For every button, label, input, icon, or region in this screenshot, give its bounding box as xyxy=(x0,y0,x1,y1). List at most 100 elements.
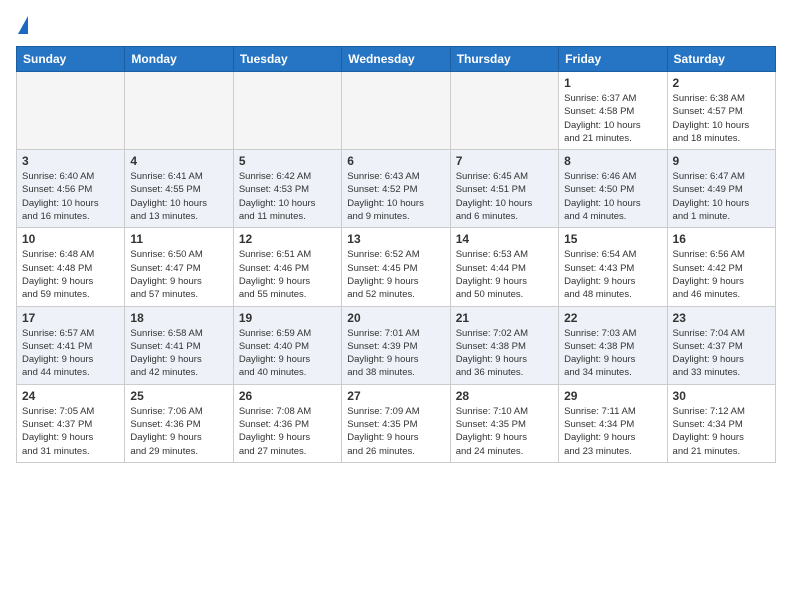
calendar-cell: 20 Sunrise: 7:01 AMSunset: 4:39 PMDayligh… xyxy=(342,306,450,384)
day-number: 8 xyxy=(564,154,661,168)
day-info: Sunrise: 7:09 AMSunset: 4:35 PMDaylight:… xyxy=(347,405,444,458)
calendar-table: SundayMondayTuesdayWednesdayThursdayFrid… xyxy=(16,46,776,463)
day-info: Sunrise: 6:42 AMSunset: 4:53 PMDaylight:… xyxy=(239,170,336,223)
calendar-body: 1 Sunrise: 6:37 AMSunset: 4:58 PMDaylight… xyxy=(17,72,776,463)
calendar-cell: 4 Sunrise: 6:41 AMSunset: 4:55 PMDaylight… xyxy=(125,150,233,228)
day-number: 26 xyxy=(239,389,336,403)
day-number: 9 xyxy=(673,154,770,168)
calendar-cell: 3Sunrise: 6:40 AMSunset: 4:56 PMDaylight… xyxy=(17,150,125,228)
day-info: Sunrise: 6:45 AMSunset: 4:51 PMDaylight:… xyxy=(456,170,553,223)
day-info: Sunrise: 6:57 AMSunset: 4:41 PMDaylight:… xyxy=(22,327,119,380)
calendar-week-row: 24 Sunrise: 7:05 AMSunset: 4:37 PMDayligh… xyxy=(17,384,776,462)
day-number: 16 xyxy=(673,232,770,246)
day-info: Sunrise: 6:41 AMSunset: 4:55 PMDaylight:… xyxy=(130,170,227,223)
day-number: 29 xyxy=(564,389,661,403)
day-info: Sunrise: 7:10 AMSunset: 4:35 PMDaylight:… xyxy=(456,405,553,458)
day-info: Sunrise: 6:58 AMSunset: 4:41 PMDaylight:… xyxy=(130,327,227,380)
calendar-cell: 13Sunrise: 6:52 AMSunset: 4:45 PMDayligh… xyxy=(342,228,450,306)
calendar-cell: 24 Sunrise: 7:05 AMSunset: 4:37 PMDayligh… xyxy=(17,384,125,462)
weekday-header-row: SundayMondayTuesdayWednesdayThursdayFrid… xyxy=(17,47,776,72)
calendar-cell: 23Sunrise: 7:04 AMSunset: 4:37 PMDayligh… xyxy=(667,306,775,384)
day-number: 18 xyxy=(130,311,227,325)
day-number: 5 xyxy=(239,154,336,168)
calendar-cell: 5 Sunrise: 6:42 AMSunset: 4:53 PMDaylight… xyxy=(233,150,341,228)
day-info: Sunrise: 7:08 AMSunset: 4:36 PMDaylight:… xyxy=(239,405,336,458)
calendar-cell: 16 Sunrise: 6:56 AMSunset: 4:42 PMDayligh… xyxy=(667,228,775,306)
calendar-header: SundayMondayTuesdayWednesdayThursdayFrid… xyxy=(17,47,776,72)
day-number: 22 xyxy=(564,311,661,325)
day-number: 24 xyxy=(22,389,119,403)
day-info: Sunrise: 6:56 AMSunset: 4:42 PMDaylight:… xyxy=(673,248,770,301)
day-info: Sunrise: 6:46 AMSunset: 4:50 PMDaylight:… xyxy=(564,170,661,223)
day-info: Sunrise: 6:53 AMSunset: 4:44 PMDaylight:… xyxy=(456,248,553,301)
calendar-cell: 10 Sunrise: 6:48 AMSunset: 4:48 PMDayligh… xyxy=(17,228,125,306)
calendar-cell: 14 Sunrise: 6:53 AMSunset: 4:44 PMDayligh… xyxy=(450,228,558,306)
day-number: 17 xyxy=(22,311,119,325)
calendar-cell: 21 Sunrise: 7:02 AMSunset: 4:38 PMDayligh… xyxy=(450,306,558,384)
calendar-cell: 11 Sunrise: 6:50 AMSunset: 4:47 PMDayligh… xyxy=(125,228,233,306)
day-number: 25 xyxy=(130,389,227,403)
day-number: 2 xyxy=(673,76,770,90)
calendar-cell: 15 Sunrise: 6:54 AMSunset: 4:43 PMDayligh… xyxy=(559,228,667,306)
day-info: Sunrise: 6:59 AMSunset: 4:40 PMDaylight:… xyxy=(239,327,336,380)
calendar-cell: 29Sunrise: 7:11 AMSunset: 4:34 PMDayligh… xyxy=(559,384,667,462)
day-info: Sunrise: 7:01 AMSunset: 4:39 PMDaylight:… xyxy=(347,327,444,380)
calendar-cell xyxy=(17,72,125,150)
day-number: 12 xyxy=(239,232,336,246)
day-info: Sunrise: 6:54 AMSunset: 4:43 PMDaylight:… xyxy=(564,248,661,301)
day-info: Sunrise: 6:50 AMSunset: 4:47 PMDaylight:… xyxy=(130,248,227,301)
day-info: Sunrise: 7:02 AMSunset: 4:38 PMDaylight:… xyxy=(456,327,553,380)
day-info: Sunrise: 6:51 AMSunset: 4:46 PMDaylight:… xyxy=(239,248,336,301)
day-number: 4 xyxy=(130,154,227,168)
calendar-cell: 9Sunrise: 6:47 AMSunset: 4:49 PMDaylight… xyxy=(667,150,775,228)
calendar-cell xyxy=(125,72,233,150)
calendar-cell: 7 Sunrise: 6:45 AMSunset: 4:51 PMDaylight… xyxy=(450,150,558,228)
calendar-cell xyxy=(450,72,558,150)
day-number: 21 xyxy=(456,311,553,325)
calendar-cell: 18 Sunrise: 6:58 AMSunset: 4:41 PMDayligh… xyxy=(125,306,233,384)
day-info: Sunrise: 6:52 AMSunset: 4:45 PMDaylight:… xyxy=(347,248,444,301)
day-number: 7 xyxy=(456,154,553,168)
day-number: 20 xyxy=(347,311,444,325)
calendar-cell: 25 Sunrise: 7:06 AMSunset: 4:36 PMDayligh… xyxy=(125,384,233,462)
day-info: Sunrise: 6:38 AMSunset: 4:57 PMDaylight:… xyxy=(673,92,770,145)
day-info: Sunrise: 7:06 AMSunset: 4:36 PMDaylight:… xyxy=(130,405,227,458)
calendar-cell: 19 Sunrise: 6:59 AMSunset: 4:40 PMDayligh… xyxy=(233,306,341,384)
calendar-cell xyxy=(342,72,450,150)
weekday-header-tuesday: Tuesday xyxy=(233,47,341,72)
calendar-week-row: 3Sunrise: 6:40 AMSunset: 4:56 PMDaylight… xyxy=(17,150,776,228)
calendar-cell: 6 Sunrise: 6:43 AMSunset: 4:52 PMDaylight… xyxy=(342,150,450,228)
calendar-week-row: 17 Sunrise: 6:57 AMSunset: 4:41 PMDayligh… xyxy=(17,306,776,384)
day-info: Sunrise: 7:12 AMSunset: 4:34 PMDaylight:… xyxy=(673,405,770,458)
day-number: 15 xyxy=(564,232,661,246)
day-number: 14 xyxy=(456,232,553,246)
calendar-cell: 30 Sunrise: 7:12 AMSunset: 4:34 PMDayligh… xyxy=(667,384,775,462)
day-info: Sunrise: 7:05 AMSunset: 4:37 PMDaylight:… xyxy=(22,405,119,458)
logo-triangle-icon xyxy=(18,16,28,34)
day-number: 23 xyxy=(673,311,770,325)
day-info: Sunrise: 7:03 AMSunset: 4:38 PMDaylight:… xyxy=(564,327,661,380)
day-number: 30 xyxy=(673,389,770,403)
calendar-cell: 17 Sunrise: 6:57 AMSunset: 4:41 PMDayligh… xyxy=(17,306,125,384)
calendar-cell: 2 Sunrise: 6:38 AMSunset: 4:57 PMDaylight… xyxy=(667,72,775,150)
calendar-week-row: 10 Sunrise: 6:48 AMSunset: 4:48 PMDayligh… xyxy=(17,228,776,306)
day-number: 3 xyxy=(22,154,119,168)
day-info: Sunrise: 6:48 AMSunset: 4:48 PMDaylight:… xyxy=(22,248,119,301)
weekday-header-thursday: Thursday xyxy=(450,47,558,72)
calendar-cell: 12 Sunrise: 6:51 AMSunset: 4:46 PMDayligh… xyxy=(233,228,341,306)
day-number: 19 xyxy=(239,311,336,325)
weekday-header-sunday: Sunday xyxy=(17,47,125,72)
calendar-cell: 22 Sunrise: 7:03 AMSunset: 4:38 PMDayligh… xyxy=(559,306,667,384)
calendar-cell: 27 Sunrise: 7:09 AMSunset: 4:35 PMDayligh… xyxy=(342,384,450,462)
day-number: 10 xyxy=(22,232,119,246)
day-number: 1 xyxy=(564,76,661,90)
weekday-header-saturday: Saturday xyxy=(667,47,775,72)
day-number: 6 xyxy=(347,154,444,168)
day-number: 11 xyxy=(130,232,227,246)
weekday-header-wednesday: Wednesday xyxy=(342,47,450,72)
day-info: Sunrise: 6:37 AMSunset: 4:58 PMDaylight:… xyxy=(564,92,661,145)
day-number: 27 xyxy=(347,389,444,403)
day-info: Sunrise: 6:43 AMSunset: 4:52 PMDaylight:… xyxy=(347,170,444,223)
calendar-cell: 8 Sunrise: 6:46 AMSunset: 4:50 PMDaylight… xyxy=(559,150,667,228)
calendar-cell xyxy=(233,72,341,150)
